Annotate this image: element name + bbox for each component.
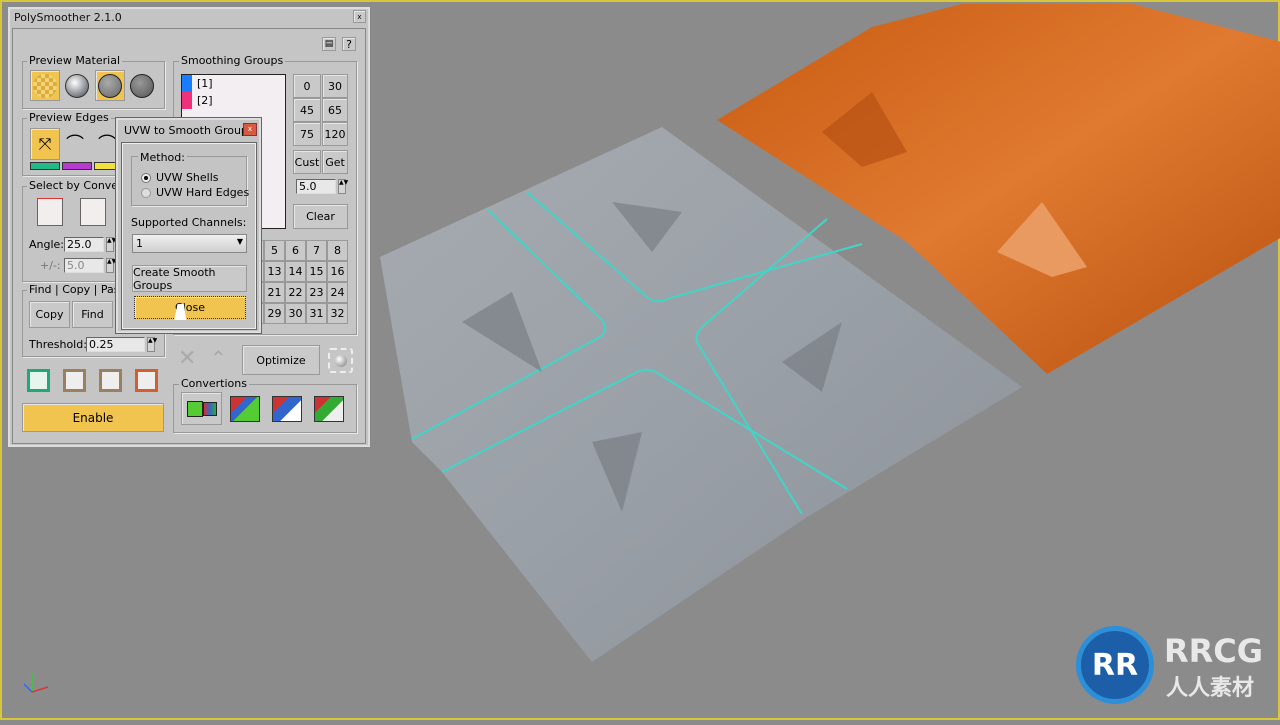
threshold-spinner[interactable]: ▲▼ bbox=[147, 337, 157, 352]
smoothing-group-button[interactable]: 30 bbox=[285, 303, 306, 324]
ids-to-groups-icon[interactable] bbox=[230, 396, 260, 422]
radio-uvw-hard-edges[interactable]: UVW Hard Edges bbox=[141, 186, 249, 199]
ids-to-material-icon[interactable] bbox=[272, 396, 302, 422]
smoothing-group-button[interactable]: 21 bbox=[264, 282, 285, 303]
angle-input[interactable]: 25.0 bbox=[64, 237, 104, 252]
grid-orange-icon[interactable] bbox=[135, 369, 158, 392]
angle-preset-button[interactable]: 75 bbox=[293, 122, 321, 146]
angle-spinner[interactable]: ▲▼ bbox=[106, 237, 116, 252]
select-convex-icon[interactable] bbox=[37, 198, 63, 226]
angle-preset-button[interactable]: 45 bbox=[293, 98, 321, 122]
channel-dropdown[interactable]: 1 ▼ bbox=[132, 234, 247, 253]
smoothing-group-button[interactable]: 15 bbox=[306, 261, 327, 282]
enable-button[interactable]: Enable bbox=[22, 403, 164, 432]
smoothing-group-button[interactable]: 13 bbox=[264, 261, 285, 282]
close-button[interactable]: Close bbox=[134, 296, 246, 319]
create-smooth-groups-button[interactable]: Create Smooth Groups bbox=[132, 265, 247, 292]
window-close-button[interactable]: x bbox=[353, 10, 366, 23]
grid-green-icon[interactable] bbox=[27, 369, 50, 392]
edges-side-icon[interactable]: ⌒ bbox=[98, 130, 116, 156]
smoothing-group-button[interactable]: 8 bbox=[327, 240, 348, 261]
angle-preset-button[interactable]: 65 bbox=[322, 98, 348, 122]
smoothing-spinner[interactable]: ▲▼ bbox=[338, 179, 348, 194]
uvw-to-smooth-groups-dialog: UVW to Smooth Groups x Method: UVW Shell… bbox=[115, 117, 262, 334]
ids-to-object-icon[interactable] bbox=[314, 396, 344, 422]
matte-sphere-button[interactable] bbox=[95, 70, 125, 101]
smoothing-group-button[interactable]: 16 bbox=[327, 261, 348, 282]
settings-icon[interactable]: ▤ bbox=[322, 37, 336, 51]
threshold-input[interactable]: 0.25 bbox=[86, 337, 145, 352]
dialog-close-icon[interactable]: x bbox=[243, 123, 257, 136]
grid-copy-icon[interactable] bbox=[63, 369, 86, 392]
help-icon[interactable]: ? bbox=[342, 37, 356, 51]
tolerance-input[interactable]: 5.0 bbox=[64, 258, 104, 273]
smoothing-group-button[interactable]: 31 bbox=[306, 303, 327, 324]
edges-outward-icon[interactable]: ⤧ bbox=[30, 128, 60, 160]
clear-button[interactable]: Clear bbox=[293, 204, 348, 229]
edge-color-green bbox=[30, 162, 60, 170]
smoothing-group-button[interactable]: 14 bbox=[285, 261, 306, 282]
edge-color-purple bbox=[62, 162, 92, 170]
window-title: PolySmoother 2.1.0 bbox=[14, 11, 122, 24]
dialog-title: UVW to Smooth Groups bbox=[124, 124, 254, 137]
groups-to-ids-icon[interactable] bbox=[181, 392, 222, 425]
zoom-extents-icon[interactable] bbox=[328, 348, 353, 373]
radio-uvw-shells[interactable]: UVW Shells bbox=[141, 171, 219, 184]
copy-button[interactable]: Copy bbox=[29, 301, 70, 328]
smoothing-group-button[interactable]: 32 bbox=[327, 303, 348, 324]
list-item[interactable]: [1] bbox=[182, 75, 285, 92]
select-concave-icon[interactable] bbox=[80, 198, 106, 226]
smoothing-group-button[interactable]: 29 bbox=[264, 303, 285, 324]
smoothing-group-button[interactable]: 6 bbox=[285, 240, 306, 261]
smoothing-group-button[interactable]: 24 bbox=[327, 282, 348, 303]
chevron-down-icon: ▼ bbox=[236, 237, 243, 246]
cust-button[interactable]: Cust bbox=[293, 150, 321, 174]
find-button[interactable]: Find bbox=[72, 301, 113, 328]
grid-paste-icon[interactable] bbox=[99, 369, 122, 392]
list-item[interactable]: [2] bbox=[182, 92, 285, 109]
optimize-button[interactable]: Optimize bbox=[242, 345, 320, 375]
angle-preset-button[interactable]: 120 bbox=[322, 122, 348, 146]
smoothing-group-button[interactable]: 5 bbox=[264, 240, 285, 261]
tolerance-spinner[interactable]: ▲▼ bbox=[106, 258, 116, 273]
unweld-icon[interactable]: ✕ bbox=[178, 346, 196, 371]
smoothing-group-button[interactable]: 23 bbox=[306, 282, 327, 303]
smoothing-spinner-input[interactable]: 5.0 bbox=[296, 179, 336, 194]
angle-preset-button[interactable]: 30 bbox=[322, 74, 348, 98]
get-button[interactable]: Get bbox=[322, 150, 348, 174]
checker-material-button[interactable] bbox=[30, 70, 60, 101]
watermark-logo: RR RRCG 人人素材 bbox=[1076, 626, 1276, 704]
smoothing-group-button[interactable]: 22 bbox=[285, 282, 306, 303]
material-settings-button[interactable] bbox=[130, 74, 154, 98]
weld-icon[interactable]: ⌃ bbox=[210, 346, 227, 370]
axis-gizmo bbox=[23, 674, 49, 693]
edges-up-icon[interactable]: ⌒ bbox=[66, 130, 84, 156]
smoothing-group-button[interactable]: 7 bbox=[306, 240, 327, 261]
angle-preset-button[interactable]: 0 bbox=[293, 74, 321, 98]
shiny-sphere-button[interactable] bbox=[65, 74, 89, 98]
